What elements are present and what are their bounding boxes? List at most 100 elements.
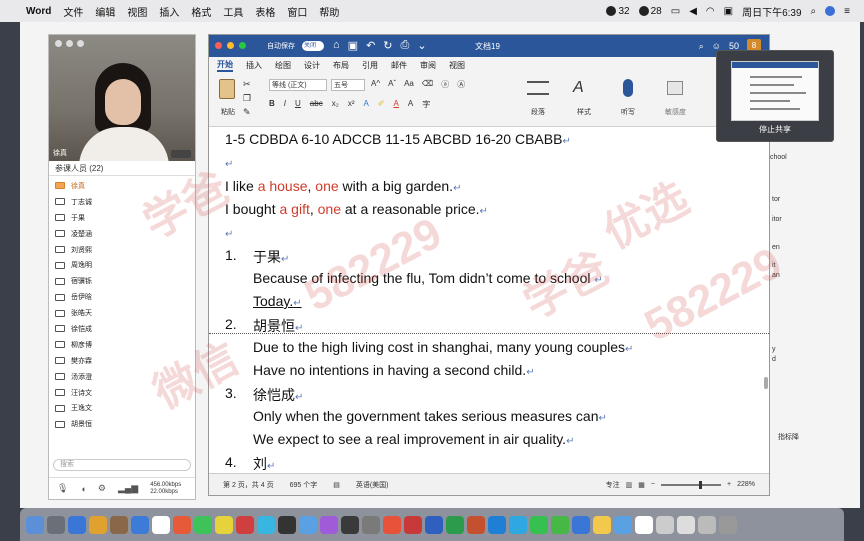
dock-app-icon[interactable] [530,515,548,534]
settings-icon[interactable]: ⚙ [98,483,106,494]
enclose-char-icon[interactable]: 字 [422,99,430,110]
participant-search-input[interactable]: 搜索 [53,459,191,471]
volume-icon[interactable]: ◀ [689,6,697,17]
dock-app-icon[interactable] [320,515,338,534]
styles-icon[interactable]: A [573,79,584,97]
participant-row[interactable]: 凌楚涵 [49,226,195,242]
participant-row[interactable]: 徐恺成 [49,321,195,337]
underline-button[interactable]: U [295,99,301,110]
search-icon[interactable]: ⌕ [699,41,704,52]
participant-row[interactable]: 周逸明 [49,257,195,273]
paste-icon[interactable] [219,79,235,99]
participant-row[interactable]: 王逸文 [49,400,195,416]
autosave-toggle[interactable]: 关闭 [302,41,324,51]
menu-file[interactable]: 文件 [63,4,83,19]
stop-sharing-button[interactable]: 停止共享 [717,124,833,135]
home-icon[interactable]: ⌂ [333,39,340,52]
font-name-select[interactable]: 等线 (正文) [269,79,327,91]
input-method-icon[interactable]: ▣ [724,6,733,17]
copy-icon[interactable]: ❐ [243,93,251,104]
tab-1[interactable]: 插入 [246,60,262,71]
change-case-button[interactable]: Aa [404,79,414,90]
char-shading-icon[interactable]: A [408,99,413,110]
cut-icon[interactable]: ✂ [243,79,251,90]
dock-app-icon[interactable] [26,515,44,534]
word-count[interactable]: 695 个字 [290,480,318,490]
minimize-button[interactable] [227,42,234,49]
dock-app-icon[interactable] [278,515,296,534]
siri-icon[interactable] [825,6,836,16]
shrink-font-button[interactable]: Aˇ [388,79,396,90]
participant-row[interactable]: 岳伊晗 [49,289,195,305]
menu-table[interactable]: 表格 [255,4,275,19]
tab-2[interactable]: 绘图 [275,60,291,71]
menu-edit[interactable]: 编辑 [95,4,115,19]
tab-8[interactable]: 视图 [449,60,465,71]
save-icon[interactable]: ▣ [348,39,358,52]
microphone-icon[interactable]: 🎙︎ [57,483,68,494]
camera-icon[interactable] [171,150,191,158]
dock-app-icon[interactable] [89,515,107,534]
dock-app-icon[interactable] [257,515,275,534]
participant-row[interactable]: 丁志诚 [49,194,195,210]
dock-app-icon[interactable] [341,515,359,534]
dock-app-icon[interactable] [656,515,674,534]
dock-app-icon[interactable] [47,515,65,534]
dock-app-icon[interactable] [488,515,506,534]
print-icon[interactable]: ⎙ [401,39,410,52]
dock-app-icon[interactable] [698,515,716,534]
dock-app-icon[interactable] [110,515,128,534]
redo-icon[interactable]: ↻ [383,39,392,52]
sensitivity-icon[interactable] [667,81,683,95]
tab-7[interactable]: 审阅 [420,60,436,71]
grow-font-button[interactable]: A^ [371,79,380,90]
participant-row[interactable]: 张皓天 [49,305,195,321]
format-painter-icon[interactable]: ✎ [243,107,251,118]
dock-app-icon[interactable] [467,515,485,534]
dock-app-icon[interactable] [551,515,569,534]
dock-app-icon[interactable] [236,515,254,534]
dock-app-icon[interactable] [719,515,737,534]
zoom-out-button[interactable]: − [651,481,655,488]
control-center-icon[interactable]: ≡ [844,6,850,17]
dock-app-icon[interactable] [635,515,653,534]
participant-row[interactable]: 刘贤熙 [49,242,195,258]
zoom-button[interactable] [77,40,84,47]
participant-row[interactable]: 徐真 [49,178,195,194]
text-effects-icon[interactable]: A [363,99,368,110]
proofing-icon[interactable]: ▤ [333,481,340,489]
read-mode-icon[interactable]: ▥ [626,481,633,489]
zoom-in-button[interactable]: + [727,481,731,488]
char-border-icon[interactable]: Ⓐ [457,79,465,90]
zoom-button[interactable] [239,42,246,49]
dock-app-icon[interactable] [404,515,422,534]
dock-app-icon[interactable] [131,515,149,534]
clock[interactable]: 周日下午6:39 [742,4,801,19]
more-icon[interactable]: ⌄ [417,39,426,52]
qq-status[interactable]: 28 [638,6,662,17]
dock-app-icon[interactable] [152,515,170,534]
menu-tools[interactable]: 工具 [223,4,243,19]
dock-app-icon[interactable] [362,515,380,534]
dock-app-icon[interactable] [446,515,464,534]
wechat-status[interactable]: 32 [606,6,630,17]
language[interactable]: 英语(美国) [356,480,389,490]
airplay-icon[interactable]: ▭ [671,6,680,17]
dock-app-icon[interactable] [194,515,212,534]
menu-format[interactable]: 格式 [191,4,211,19]
font-color-icon[interactable]: A [394,99,399,110]
bold-button[interactable]: B [269,99,275,110]
italic-button[interactable]: I [284,99,286,110]
dock-app-icon[interactable] [299,515,317,534]
tab-5[interactable]: 引用 [362,60,378,71]
participants-header[interactable]: 参课人员 (22) [49,162,195,176]
zoom-level[interactable]: 228% [737,481,755,488]
dictate-icon[interactable] [623,79,633,97]
participant-row[interactable]: 汪诗文 [49,385,195,401]
dock-app-icon[interactable] [215,515,233,534]
zoom-slider[interactable] [661,480,721,489]
participant-row[interactable]: 柳彦博 [49,337,195,353]
tab-3[interactable]: 设计 [304,60,320,71]
clear-format-icon[interactable]: ⌫ [422,79,433,90]
wifi-icon[interactable]: ◠ [706,6,715,17]
